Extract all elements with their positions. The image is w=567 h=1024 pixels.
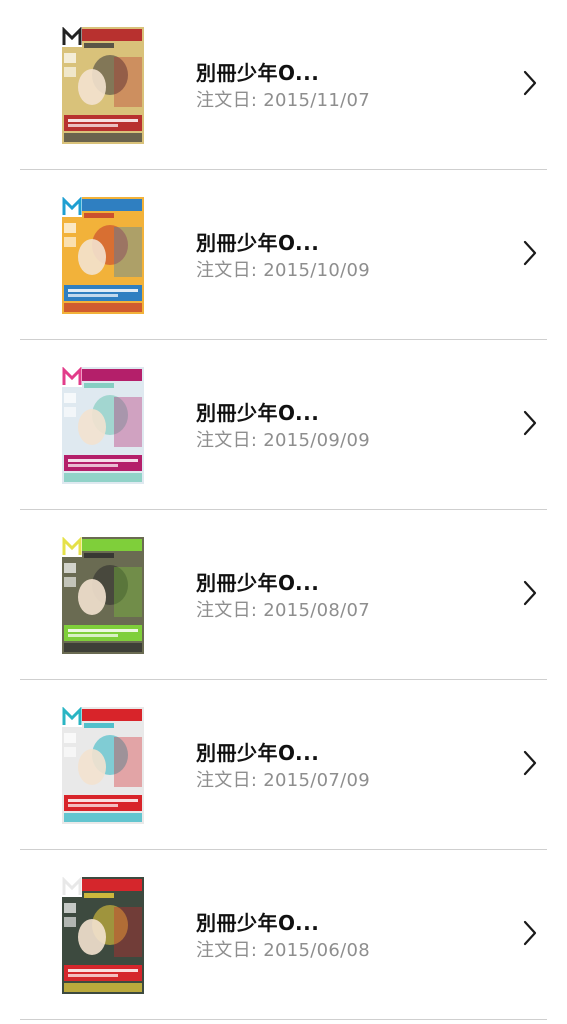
order-title: 別冊少年O... <box>196 401 320 425</box>
order-text: 別冊少年O... 注文日: 2015/09/09 <box>196 400 370 452</box>
order-text: 別冊少年O... 注文日: 2015/11/07 <box>196 60 370 112</box>
order-title: 別冊少年O... <box>196 61 320 85</box>
chevron-right-icon[interactable] <box>521 919 539 947</box>
order-row[interactable]: 別冊少年O... 注文日: 2015/10/09 <box>0 170 567 340</box>
magazine-cover-icon <box>62 537 144 654</box>
magazine-cover-icon <box>62 197 144 314</box>
order-row[interactable]: 別冊少年O... 注文日: 2015/08/07 <box>0 510 567 680</box>
order-row[interactable]: 別冊少年O... 注文日: 2015/09/09 <box>0 340 567 510</box>
order-row[interactable]: 別冊少年O... 注文日: 2015/07/09 <box>0 680 567 850</box>
order-history-list: 別冊少年O... 注文日: 2015/11/07 別冊少年O... 注文日: 2… <box>0 0 567 1020</box>
order-text: 別冊少年O... 注文日: 2015/10/09 <box>196 230 370 282</box>
order-text: 別冊少年O... 注文日: 2015/08/07 <box>196 570 370 622</box>
chevron-right-icon[interactable] <box>521 239 539 267</box>
order-date: 注文日: 2015/06/08 <box>196 940 371 961</box>
magazine-cover-icon <box>62 367 144 484</box>
chevron-right-icon[interactable] <box>521 579 539 607</box>
order-row[interactable]: 別冊少年O... 注文日: 2015/11/07 <box>0 0 567 170</box>
magazine-cover-icon <box>62 27 144 144</box>
chevron-right-icon[interactable] <box>521 409 539 437</box>
order-title: 別冊少年O... <box>196 231 320 255</box>
order-text: 別冊少年O... 注文日: 2015/06/08 <box>196 910 370 962</box>
order-date: 注文日: 2015/09/09 <box>196 430 371 451</box>
order-date: 注文日: 2015/07/09 <box>196 770 371 791</box>
order-date: 注文日: 2015/10/09 <box>196 260 371 281</box>
order-title: 別冊少年O... <box>196 911 320 935</box>
order-row[interactable]: 別冊少年O... 注文日: 2015/06/08 <box>0 850 567 1020</box>
order-title: 別冊少年O... <box>196 741 320 765</box>
chevron-right-icon[interactable] <box>521 749 539 777</box>
order-date: 注文日: 2015/08/07 <box>196 600 371 621</box>
order-title: 別冊少年O... <box>196 571 320 595</box>
magazine-cover-icon <box>62 877 144 994</box>
row-divider <box>20 1019 547 1020</box>
order-date: 注文日: 2015/11/07 <box>196 90 371 111</box>
order-text: 別冊少年O... 注文日: 2015/07/09 <box>196 740 370 792</box>
chevron-right-icon[interactable] <box>521 69 539 97</box>
magazine-cover-icon <box>62 707 144 824</box>
